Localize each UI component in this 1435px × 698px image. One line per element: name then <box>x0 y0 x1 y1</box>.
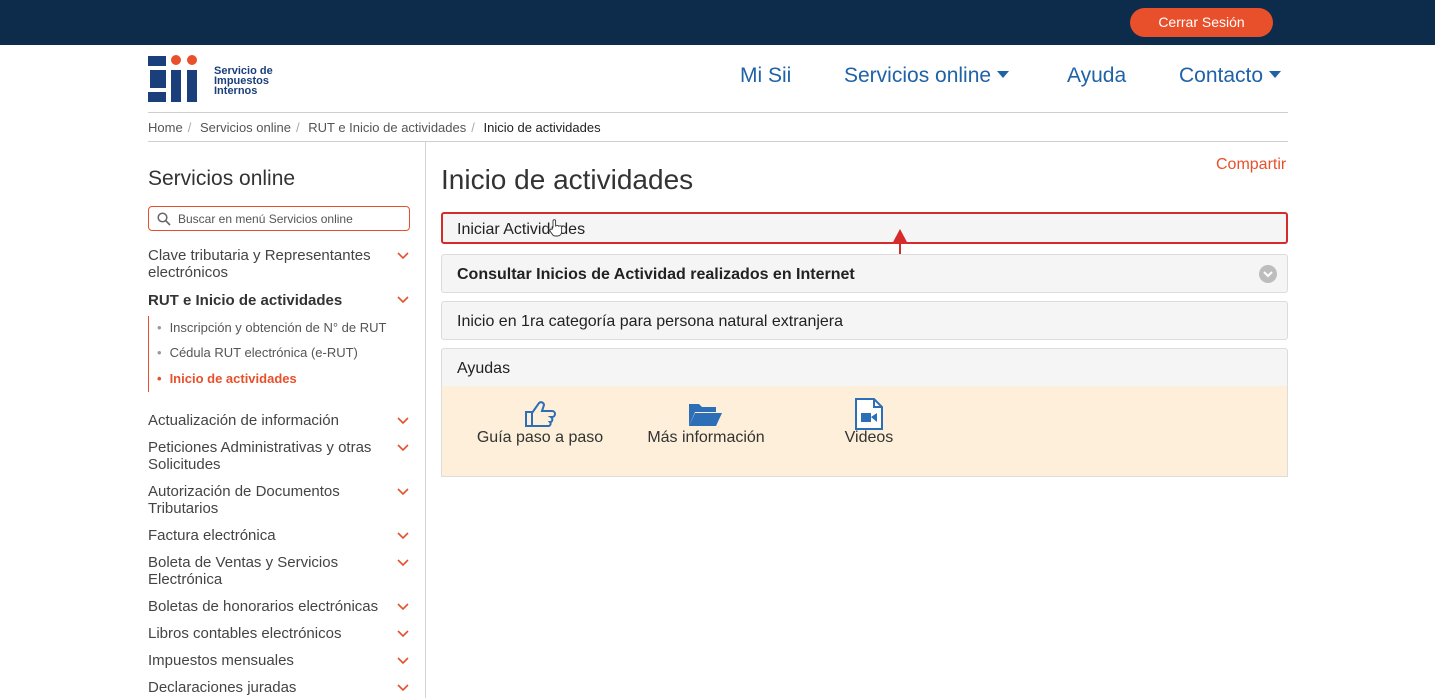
nav-contacto[interactable]: Contacto <box>1179 64 1282 88</box>
panel-label: Ayudas <box>457 360 511 377</box>
sidebar-search-input[interactable] <box>178 209 403 228</box>
panel-label: Inicio en 1ra categoría para persona nat… <box>457 313 844 330</box>
sidebar-item-impuestos-mensuales[interactable]: Impuestos mensuales <box>148 652 388 669</box>
sidebar-item-peticiones[interactable]: Peticiones Administrativas y otras Solic… <box>148 439 388 473</box>
submenu-indicator <box>148 316 149 392</box>
sidebar-search <box>148 206 410 231</box>
share-link[interactable]: Compartir <box>1216 156 1286 174</box>
panel-label: Consultar Inicios de Actividad realizado… <box>457 266 855 283</box>
chevron-down-icon[interactable] <box>397 417 409 425</box>
chevron-down-icon[interactable] <box>397 444 409 452</box>
video-file-icon <box>855 398 883 430</box>
panel-label: Iniciar Actividades <box>457 221 586 238</box>
sidebar-subitem-inicio-actividades[interactable]: • Inicio de actividades <box>157 371 297 386</box>
divider <box>148 141 1288 142</box>
chevron-down-icon[interactable] <box>397 559 409 567</box>
hand-cursor-icon <box>549 219 563 237</box>
top-bar: Cerrar Sesión <box>0 0 1435 45</box>
chevron-down-icon[interactable] <box>397 532 409 540</box>
help-section: Guía paso a paso Más información Videos <box>441 386 1288 477</box>
chevron-down-icon[interactable] <box>397 296 409 304</box>
sidebar-item-factura[interactable]: Factura electrónica <box>148 527 388 544</box>
chevron-down-icon[interactable] <box>397 630 409 638</box>
caret-down-icon <box>1269 70 1282 78</box>
logout-button[interactable]: Cerrar Sesión <box>1130 8 1273 37</box>
chevron-down-icon[interactable] <box>397 252 409 260</box>
sidebar-item-boletas-honorarios[interactable]: Boletas de honorarios electrónicas <box>148 598 393 615</box>
breadcrumb-servicios-online[interactable]: Servicios online <box>200 120 291 135</box>
panel-consultar-inicios[interactable]: Consultar Inicios de Actividad realizado… <box>441 254 1288 293</box>
breadcrumb-home[interactable]: Home <box>148 120 183 135</box>
breadcrumb-current: Inicio de actividades <box>483 120 601 135</box>
chevron-down-icon[interactable] <box>397 488 409 496</box>
search-icon <box>157 212 171 226</box>
breadcrumb-rut[interactable]: RUT e Inicio de actividades <box>308 120 466 135</box>
column-divider <box>425 142 426 698</box>
panel-ayudas[interactable]: Ayudas <box>441 348 1288 387</box>
logo-text: Servicio de Impuestos Internos <box>214 65 273 97</box>
sidebar-item-autorizacion[interactable]: Autorización de Documentos Tributarios <box>148 483 388 517</box>
nav-servicios-online[interactable]: Servicios online <box>844 64 1010 88</box>
nav-ayuda[interactable]: Ayuda <box>1067 64 1126 88</box>
sidebar-item-actualizacion[interactable]: Actualización de información <box>148 412 388 429</box>
chevron-down-icon[interactable] <box>397 657 409 665</box>
sidebar-item-boleta-ventas[interactable]: Boleta de Ventas y Servicios Electrónica <box>148 554 388 588</box>
page-title: Inicio de actividades <box>441 164 694 195</box>
panel-inicio-extranjera[interactable]: Inicio en 1ra categoría para persona nat… <box>441 301 1288 340</box>
sii-logo-mark <box>148 55 197 102</box>
sidebar-title: Servicios online <box>148 167 296 190</box>
panel-iniciar-actividades[interactable]: Iniciar Actividades <box>441 212 1288 244</box>
sidebar-item-declaraciones-juradas[interactable]: Declaraciones juradas <box>148 679 388 696</box>
thumbs-up-icon <box>525 401 556 427</box>
sidebar-subitem-inscripcion-rut[interactable]: • Inscripción y obtención de N° de RUT <box>157 320 386 335</box>
chevron-down-circle-icon[interactable] <box>1259 265 1277 283</box>
nav-mi-sii[interactable]: Mi Sii <box>740 64 791 88</box>
sidebar-item-libros-contables[interactable]: Libros contables electrónicos <box>148 625 388 642</box>
sidebar-subitem-cedula-rut[interactable]: • Cédula RUT electrónica (e-RUT) <box>157 345 358 360</box>
breadcrumb: Home / Servicios online / RUT e Inicio de … <box>148 120 601 135</box>
sidebar-item-clave-tributaria[interactable]: Clave tributaria y Representantes electr… <box>148 247 388 281</box>
chevron-down-icon[interactable] <box>397 603 409 611</box>
divider <box>148 112 1288 113</box>
folder-open-icon <box>689 404 722 426</box>
sii-logo[interactable]: Servicio de Impuestos Internos <box>148 54 288 106</box>
chevron-down-icon[interactable] <box>397 684 409 692</box>
caret-down-icon <box>997 70 1010 78</box>
sidebar-item-rut-inicio[interactable]: RUT e Inicio de actividades <box>148 292 388 309</box>
